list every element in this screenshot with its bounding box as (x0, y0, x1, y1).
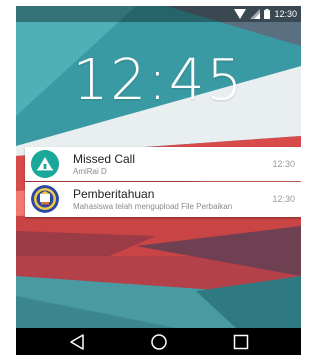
wifi-icon (234, 9, 247, 19)
notification-time: 12:30 (272, 159, 295, 169)
tent-app-icon (31, 150, 59, 178)
navigation-bar (16, 328, 301, 355)
status-bar: 12:30 (16, 6, 301, 22)
lockscreen-clock: 12:45 (72, 48, 245, 113)
notification-title: Missed Call (73, 152, 136, 166)
notification-title: Pemberitahuan (73, 187, 155, 201)
notification-missed-call[interactable]: Missed Call AmiRai D 12:30 (25, 147, 301, 181)
recents-icon[interactable] (232, 333, 250, 351)
phone-screen: 12:30 12:45 Missed Call AmiRai D 12:30 P… (16, 6, 301, 355)
status-icons: 12:30 (234, 8, 297, 20)
battery-icon (264, 9, 271, 19)
signal-icon (250, 9, 261, 19)
notification-pemberitahuan[interactable]: Pemberitahuan Mahasiswa telah mengupload… (25, 182, 301, 217)
university-seal-icon (31, 185, 59, 213)
notification-subtitle: Mahasiswa telah mengupload File Perbaika… (73, 202, 233, 211)
back-icon[interactable] (68, 333, 86, 351)
home-icon[interactable] (150, 333, 168, 351)
status-time: 12:30 (274, 9, 297, 19)
notification-subtitle: AmiRai D (73, 167, 107, 176)
notification-time: 12:30 (272, 194, 295, 204)
